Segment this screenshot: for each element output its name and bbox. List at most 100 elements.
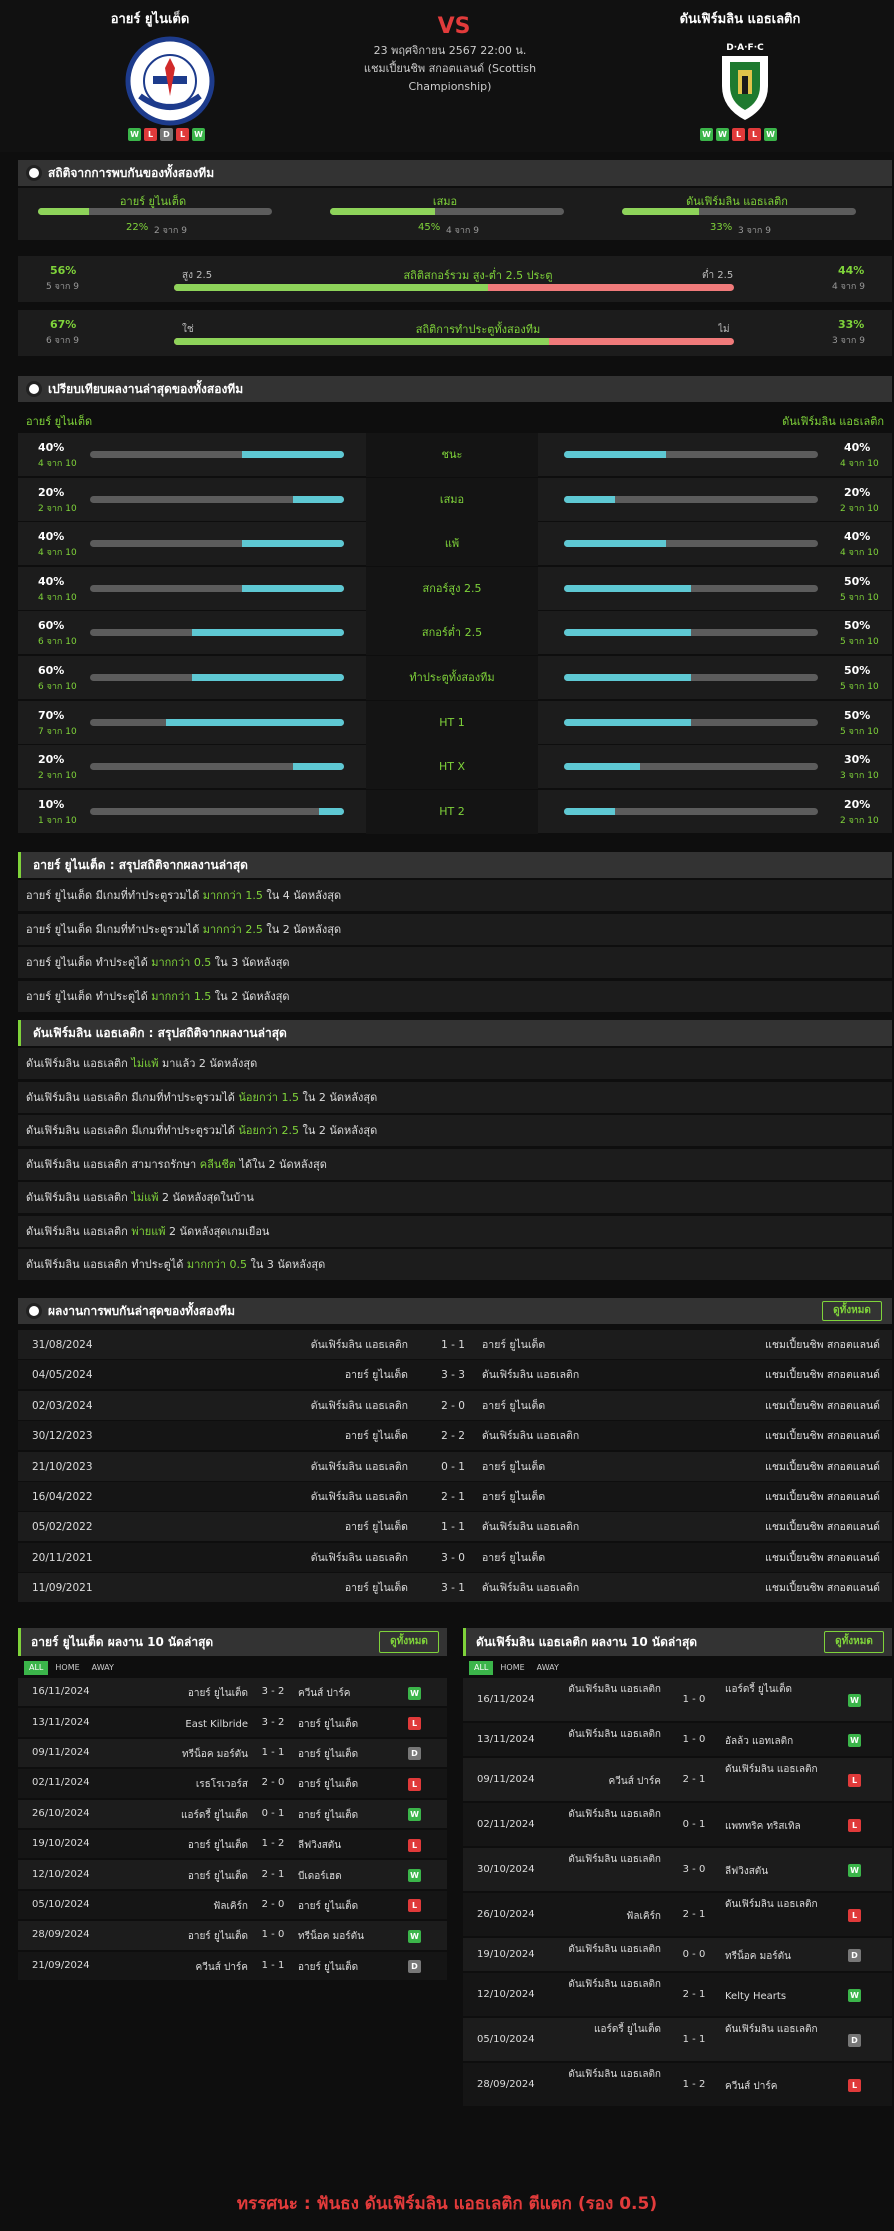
- tab-home[interactable]: HOME: [495, 1661, 529, 1675]
- home-team[interactable]: ควีนส์ ปาร์ค: [108, 1960, 248, 1975]
- last10-row[interactable]: 12/10/2024 อายร์ ยูไนเต็ด 2 - 1 บีเดอร์เฮด W: [18, 1860, 447, 1890]
- h2h-result-row[interactable]: 30/12/2023 อายร์ ยูไนเต็ด 2 - 2 ดันเฟิร์มลิ…: [18, 1421, 892, 1452]
- match-date: 28/09/2024: [477, 2078, 535, 2090]
- away-team[interactable]: ดันเฟิร์มลิน แอธเลติก: [725, 1897, 833, 1912]
- last10-row[interactable]: 05/10/2024 แอร์ดรี้ ยูไนเต็ด 1 - 1 ดันเฟิร์…: [463, 2018, 892, 2062]
- tab-home[interactable]: HOME: [50, 1661, 84, 1675]
- away-team[interactable]: ทรีน็อค มอร์ตัน: [298, 1929, 408, 1944]
- home-team[interactable]: อายร์ ยูไนเต็ด: [178, 1573, 408, 1603]
- last10-row[interactable]: 09/11/2024 ทรีน็อค มอร์ตัน 1 - 1 อายร์ ยูไน…: [18, 1738, 447, 1769]
- home-team[interactable]: ดันเฟิร์มลิน แอธเลติก: [553, 2067, 661, 2082]
- away-team[interactable]: บีเดอร์เฮด: [298, 1869, 408, 1884]
- last10-row[interactable]: 02/11/2024 เรธโรเวอร์ส 2 - 0 อายร์ ยูไนเต็ด…: [18, 1769, 447, 1799]
- h2h-view-all-button[interactable]: ดูทั้งหมด: [822, 1301, 882, 1321]
- last10-row[interactable]: 05/10/2024 ฟัลเคิร์ก 2 - 0 อายร์ ยูไนเต็ด L: [18, 1890, 447, 1921]
- away-team[interactable]: ดันเฟิร์มลิน แอธเลติก: [725, 2022, 833, 2037]
- home-team[interactable]: ดันเฟิร์มลิน แอธเลติก: [178, 1452, 408, 1482]
- home-team[interactable]: ดันเฟิร์มลิน แอธเลติก: [178, 1482, 408, 1512]
- home-team[interactable]: ดันเฟิร์มลิน แอธเลติก: [553, 1977, 661, 1992]
- away-last10-view-all-button[interactable]: ดูทั้งหมด: [824, 1631, 884, 1653]
- away-team[interactable]: อายร์ ยูไนเต็ด: [298, 1777, 408, 1792]
- h2h-result-row[interactable]: 05/02/2022 อายร์ ยูไนเต็ด 1 - 1 ดันเฟิร์มลิ…: [18, 1512, 892, 1543]
- home-team[interactable]: ฟัลเคิร์ก: [108, 1899, 248, 1914]
- h2h-col-sub: 2 จาก 9: [154, 226, 187, 236]
- away-summary-header: ดันเฟิร์มลิน แอธเลติก : สรุปสถิติจากผลงา…: [18, 1020, 892, 1046]
- home-team[interactable]: ฟัลเคิร์ก: [553, 1909, 661, 1924]
- last10-row[interactable]: 13/11/2024 East Kilbride 3 - 2 อายร์ ยูไนเต…: [18, 1708, 447, 1738]
- home-team[interactable]: แอร์ดรี้ ยูไนเต็ด: [553, 2022, 661, 2037]
- last10-row[interactable]: 28/09/2024 อายร์ ยูไนเต็ด 1 - 0 ทรีน็อค มอร…: [18, 1921, 447, 1951]
- summary-item: อายร์ ยูไนเต็ด ทำประตูได้ มากกว่า 1.5 ใน…: [18, 980, 892, 1013]
- last10-row[interactable]: 09/11/2024 ควีนส์ ปาร์ค 2 - 1 ดันเฟิร์มลิน …: [463, 1758, 892, 1802]
- form-badge: L: [732, 128, 745, 141]
- away-team-logo[interactable]: D·A·F·C: [700, 36, 790, 126]
- away-team[interactable]: อายร์ ยูไนเต็ด: [298, 1808, 408, 1823]
- h2h-result-row[interactable]: 31/08/2024 ดันเฟิร์มลิน แอธเลติก 1 - 1 อายร…: [18, 1330, 892, 1360]
- home-last10-view-all-button[interactable]: ดูทั้งหมด: [379, 1631, 439, 1653]
- away-team[interactable]: แอร์ดรี้ ยูไนเต็ด: [725, 1682, 833, 1697]
- away-team[interactable]: ลีฟวิงสตัน: [725, 1864, 833, 1879]
- h2h-result-row[interactable]: 21/10/2023 ดันเฟิร์มลิน แอธเลติก 0 - 1 อายร…: [18, 1451, 892, 1482]
- home-team[interactable]: ดันเฟิร์มลิน แอธเลติก: [178, 1543, 408, 1573]
- home-team[interactable]: ดันเฟิร์มลิน แอธเลติก: [553, 1942, 661, 1957]
- away-team[interactable]: ลีฟวิงสตัน: [298, 1838, 408, 1853]
- tab-all[interactable]: ALL: [469, 1661, 494, 1675]
- match-date: 16/04/2022: [32, 1491, 93, 1503]
- away-team[interactable]: ดันเฟิร์มลิน แอธเลติก: [725, 1762, 833, 1777]
- home-team[interactable]: East Kilbride: [108, 1717, 248, 1732]
- last10-row[interactable]: 02/11/2024 ดันเฟิร์มลิน แอธเลติก 0 - 1 แพทท…: [463, 1803, 892, 1847]
- home-team[interactable]: ดันเฟิร์มลิน แอธเลติก: [553, 1727, 661, 1742]
- home-team[interactable]: อายร์ ยูไนเต็ด: [178, 1421, 408, 1451]
- last10-row[interactable]: 13/11/2024 ดันเฟิร์มลิน แอธเลติก 1 - 0 อัลล…: [463, 1723, 892, 1757]
- home-team[interactable]: ดันเฟิร์มลิน แอธเลติก: [178, 1330, 408, 1360]
- away-team-name[interactable]: ดันเฟิร์มลิน แอธเลติก: [620, 8, 860, 29]
- h2h-result-row[interactable]: 16/04/2022 ดันเฟิร์มลิน แอธเลติก 2 - 1 อายร…: [18, 1482, 892, 1512]
- compare-home-name[interactable]: อายร์ ยูไนเต็ด: [26, 412, 92, 430]
- home-team[interactable]: อายร์ ยูไนเต็ด: [178, 1512, 408, 1542]
- away-team[interactable]: อายร์ ยูไนเต็ด: [298, 1899, 408, 1914]
- away-team[interactable]: ควีนส์ ปาร์ค: [725, 2079, 833, 2094]
- away-team[interactable]: อัลล้ว แอทเลติก: [725, 1734, 833, 1749]
- away-team[interactable]: Kelty Hearts: [725, 1989, 833, 2004]
- h2h-result-row[interactable]: 20/11/2021 ดันเฟิร์มลิน แอธเลติก 3 - 0 อายร…: [18, 1542, 892, 1573]
- last10-row[interactable]: 28/09/2024 ดันเฟิร์มลิน แอธเลติก 1 - 2 ควีน…: [463, 2063, 892, 2107]
- home-team[interactable]: เรธโรเวอร์ส: [108, 1777, 248, 1792]
- last10-row[interactable]: 19/10/2024 ดันเฟิร์มลิน แอธเลติก 0 - 0 ทรีน…: [463, 1938, 892, 1972]
- home-team[interactable]: อายร์ ยูไนเต็ด: [108, 1838, 248, 1853]
- last10-row[interactable]: 26/10/2024 แอร์ดรี้ ยูไนเต็ด 0 - 1 อายร์ ยู…: [18, 1799, 447, 1829]
- last10-row[interactable]: 19/10/2024 อายร์ ยูไนเต็ด 1 - 2 ลีฟวิงสตัน L: [18, 1830, 447, 1860]
- tab-away[interactable]: AWAY: [87, 1661, 119, 1675]
- home-team-logo[interactable]: [125, 36, 215, 126]
- home-team[interactable]: อายร์ ยูไนเต็ด: [108, 1686, 248, 1701]
- away-team[interactable]: ควีนส์ ปาร์ค: [298, 1686, 408, 1701]
- home-team[interactable]: แอร์ดรี้ ยูไนเต็ด: [108, 1808, 248, 1823]
- home-team[interactable]: ทรีน็อค มอร์ตัน: [108, 1747, 248, 1762]
- home-team[interactable]: อายร์ ยูไนเต็ด: [108, 1869, 248, 1884]
- last10-row[interactable]: 16/11/2024 อายร์ ยูไนเต็ด 3 - 2 ควีนส์ ปาร์…: [18, 1678, 447, 1708]
- away-team[interactable]: อายร์ ยูไนเต็ด: [298, 1960, 408, 1975]
- away-team[interactable]: ทรีน็อค มอร์ตัน: [725, 1949, 833, 1964]
- home-team[interactable]: ดันเฟิร์มลิน แอธเลติก: [553, 1682, 661, 1697]
- home-team[interactable]: ดันเฟิร์มลิน แอธเลติก: [553, 1807, 661, 1822]
- tab-all[interactable]: ALL: [24, 1661, 49, 1675]
- last10-row[interactable]: 26/10/2024 ฟัลเคิร์ก 2 - 1 ดันเฟิร์มลิน แอธ…: [463, 1893, 892, 1937]
- home-team[interactable]: อายร์ ยูไนเต็ด: [178, 1360, 408, 1390]
- home-team[interactable]: ควีนส์ ปาร์ค: [553, 1774, 661, 1789]
- away-team[interactable]: อายร์ ยูไนเต็ด: [298, 1747, 408, 1762]
- last10-row[interactable]: 12/10/2024 ดันเฟิร์มลิน แอธเลติก 2 - 1 Kelt…: [463, 1973, 892, 2017]
- home-team[interactable]: อายร์ ยูไนเต็ด: [108, 1929, 248, 1944]
- h2h-result-row[interactable]: 02/03/2024 ดันเฟิร์มลิน แอธเลติก 2 - 0 อายร…: [18, 1390, 892, 1421]
- score: 0 - 1: [261, 1807, 285, 1819]
- tab-away[interactable]: AWAY: [532, 1661, 564, 1675]
- home-team[interactable]: ดันเฟิร์มลิน แอธเลติก: [553, 1852, 661, 1867]
- home-team[interactable]: ดันเฟิร์มลิน แอธเลติก: [178, 1391, 408, 1421]
- home-team-name[interactable]: อายร์ ยูไนเต็ด: [30, 8, 270, 29]
- away-team[interactable]: แพททริค ทริสเทิล: [725, 1819, 833, 1834]
- h2h-result-row[interactable]: 04/05/2024 อายร์ ยูไนเต็ด 3 - 3 ดันเฟิร์มลิ…: [18, 1360, 892, 1391]
- last10-row[interactable]: 21/09/2024 ควีนส์ ปาร์ค 1 - 1 อายร์ ยูไนเต็…: [18, 1951, 447, 1981]
- last10-row[interactable]: 16/11/2024 ดันเฟิร์มลิน แอธเลติก 1 - 0 แอร์…: [463, 1678, 892, 1722]
- h2h-result-row[interactable]: 11/09/2021 อายร์ ยูไนเต็ด 3 - 1 ดันเฟิร์มลิ…: [18, 1573, 892, 1604]
- compare-away-name[interactable]: ดันเฟิร์มลิน แอธเลติก: [782, 412, 884, 430]
- last10-row[interactable]: 30/10/2024 ดันเฟิร์มลิน แอธเลติก 3 - 0 ลีฟว…: [463, 1848, 892, 1892]
- away-team[interactable]: อายร์ ยูไนเต็ด: [298, 1717, 408, 1732]
